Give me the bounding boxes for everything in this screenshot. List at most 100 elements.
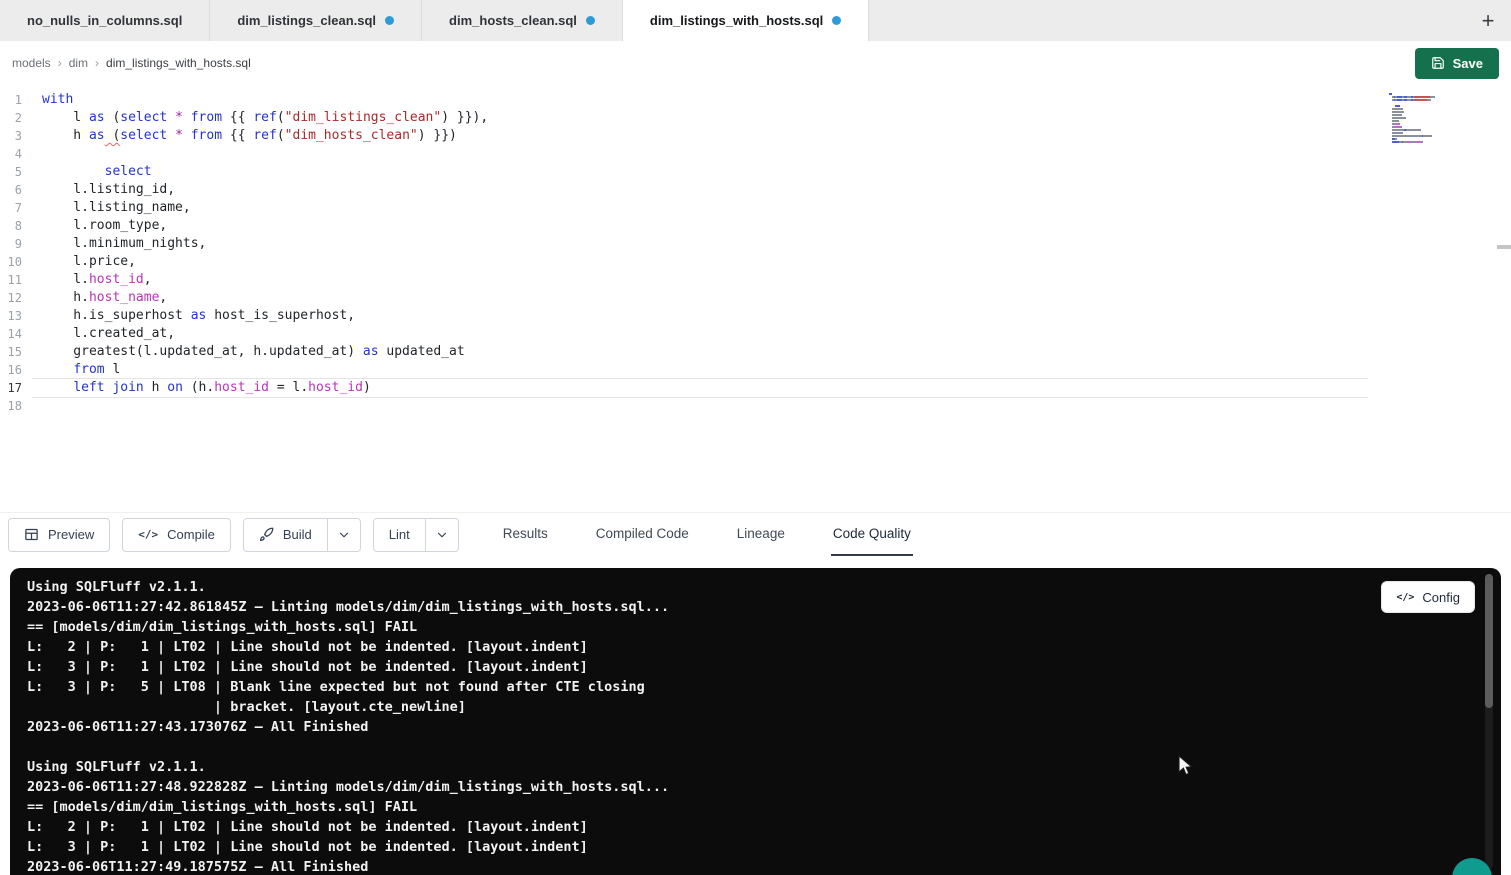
panel-tab-compiled-code[interactable]: Compiled Code — [594, 513, 691, 556]
config-label: Config — [1422, 590, 1460, 605]
save-label: Save — [1453, 56, 1483, 71]
code-line-17[interactable]: 17 left join h on (h.host_id = l.host_id… — [0, 379, 1511, 397]
terminal-output-line: == [models/dim/dim_listings_with_hosts.s… — [27, 617, 1471, 637]
code-line-1[interactable]: 1with — [0, 91, 1511, 109]
terminal-output-line: 2023-06-06T11:27:43.173076Z — All Finish… — [27, 717, 1471, 737]
code-line-13[interactable]: 13 h.is_superhost as host_is_superhost, — [0, 307, 1511, 325]
code-text: greatest(l.updated_at, h.updated_at) as … — [32, 343, 1368, 361]
code-line-14[interactable]: 14 l.created_at, — [0, 325, 1511, 343]
save-button[interactable]: Save — [1415, 48, 1499, 79]
code-line-18[interactable]: 18 — [0, 397, 1511, 415]
panel-tab-code-quality[interactable]: Code Quality — [831, 513, 913, 556]
code-editor[interactable]: 1with2 l as (select * from {{ ref("dim_l… — [0, 85, 1511, 512]
panel-tab-lineage[interactable]: Lineage — [735, 513, 787, 556]
editor-tab-dim-listings-clean-sql[interactable]: dim_listings_clean.sql — [210, 0, 422, 41]
line-number: 17 — [0, 379, 32, 397]
build-dropdown-button[interactable] — [328, 518, 361, 552]
terminal-output-line: L: 2 | P: 1 | LT02 | Line should not be … — [27, 817, 1471, 837]
breadcrumb: models›dim›dim_listings_with_hosts.sql — [12, 56, 251, 70]
code-text: l.room_type, — [32, 217, 1368, 235]
terminal-output-line: 2023-06-06T11:27:42.861845Z — Linting mo… — [27, 597, 1471, 617]
lint-button-group: Lint — [373, 518, 459, 552]
save-icon — [1431, 56, 1445, 70]
code-text: l.listing_id, — [32, 181, 1368, 199]
code-line-2[interactable]: 2 l as (select * from {{ ref("dim_listin… — [0, 109, 1511, 127]
lint-output-terminal: Using SQLFluff v2.1.1.2023-06-06T11:27:4… — [10, 568, 1501, 875]
preview-button[interactable]: Preview — [8, 518, 110, 552]
line-number: 1 — [0, 91, 32, 109]
action-toolbar: Preview </> Compile Build — [0, 512, 1511, 556]
code-text: with — [32, 91, 1368, 109]
code-line-11[interactable]: 11 l.host_id, — [0, 271, 1511, 289]
code-text: l.listing_name, — [32, 199, 1368, 217]
line-number: 14 — [0, 325, 32, 343]
terminal-scrollbar — [1485, 574, 1493, 869]
editor-minimap[interactable] — [1389, 93, 1463, 147]
code-text: from l — [32, 361, 1368, 379]
code-line-15[interactable]: 15 greatest(l.updated_at, h.updated_at) … — [0, 343, 1511, 361]
code-text: select — [32, 163, 1368, 181]
lint-button[interactable]: Lint — [373, 518, 426, 552]
code-text: h.host_name, — [32, 289, 1368, 307]
file-tabs: no_nulls_in_columns.sql dim_listings_clea… — [0, 0, 869, 41]
tab-label: dim_hosts_clean.sql — [449, 13, 577, 28]
file-tab-bar: no_nulls_in_columns.sql dim_listings_clea… — [0, 0, 1511, 41]
code-text: l as (select * from {{ ref("dim_listings… — [32, 109, 1368, 127]
terminal-output-line: Using SQLFluff v2.1.1. — [27, 757, 1471, 777]
tab-label: dim_listings_clean.sql — [237, 13, 376, 28]
breadcrumb-separator: › — [58, 56, 62, 70]
code-line-16[interactable]: 16 from l — [0, 361, 1511, 379]
code-line-12[interactable]: 12 h.host_name, — [0, 289, 1511, 307]
code-icon: </> — [1396, 592, 1414, 603]
line-number: 3 — [0, 127, 32, 145]
editor-tab-no-nulls-in-columns-sql[interactable]: no_nulls_in_columns.sql — [0, 0, 210, 41]
code-text: left join h on (h.host_id = l.host_id) — [32, 379, 1368, 397]
breadcrumb-item: dim — [69, 56, 88, 70]
code-text — [32, 397, 1368, 415]
config-button[interactable]: </> Config — [1381, 581, 1475, 613]
code-text: h.is_superhost as host_is_superhost, — [32, 307, 1368, 325]
terminal-output-line: L: 3 | P: 1 | LT02 | Line should not be … — [27, 837, 1471, 857]
terminal-output-line — [27, 737, 1471, 757]
code-line-7[interactable]: 7 l.listing_name, — [0, 199, 1511, 217]
code-line-6[interactable]: 6 l.listing_id, — [0, 181, 1511, 199]
new-tab-button[interactable]: + — [1465, 0, 1511, 41]
toolbar-buttons: Preview </> Compile Build — [8, 513, 459, 556]
rocket-icon — [259, 527, 274, 542]
code-icon: </> — [138, 528, 158, 541]
code-line-5[interactable]: 5 select — [0, 163, 1511, 181]
compile-button[interactable]: </> Compile — [122, 518, 231, 552]
line-number: 4 — [0, 145, 32, 163]
terminal-scrollbar-thumb[interactable] — [1485, 574, 1493, 708]
unsaved-changes-dot-icon — [586, 16, 595, 25]
breadcrumb-item: dim_listings_with_hosts.sql — [106, 56, 251, 70]
code-text — [32, 145, 1368, 163]
line-number: 16 — [0, 361, 32, 379]
build-button[interactable]: Build — [243, 518, 328, 552]
line-number: 12 — [0, 289, 32, 307]
lint-dropdown-button[interactable] — [426, 518, 459, 552]
panel-tab-results[interactable]: Results — [501, 513, 550, 556]
terminal-output-line: 2023-06-06T11:27:48.922828Z — Linting mo… — [27, 777, 1471, 797]
code-text: l.created_at, — [32, 325, 1368, 343]
line-number: 9 — [0, 235, 32, 253]
code-line-10[interactable]: 10 l.price, — [0, 253, 1511, 271]
line-number: 15 — [0, 343, 32, 361]
editor-scrollbar-marker[interactable] — [1497, 245, 1511, 249]
code-line-9[interactable]: 9 l.minimum_nights, — [0, 235, 1511, 253]
lint-label: Lint — [389, 527, 410, 542]
line-number: 5 — [0, 163, 32, 181]
editor-tab-dim-hosts-clean-sql[interactable]: dim_hosts_clean.sql — [422, 0, 623, 41]
terminal-output-line: L: 2 | P: 1 | LT02 | Line should not be … — [27, 637, 1471, 657]
code-line-4[interactable]: 4 — [0, 145, 1511, 163]
result-panel-tabs: Results Compiled Code Lineage Code Quality — [501, 513, 913, 556]
line-number: 8 — [0, 217, 32, 235]
tab-label: dim_listings_with_hosts.sql — [650, 13, 823, 28]
breadcrumb-separator: › — [95, 56, 99, 70]
build-label: Build — [283, 527, 312, 542]
editor-tab-dim-listings-with-hosts-sql[interactable]: dim_listings_with_hosts.sql — [623, 0, 869, 41]
dbt-cloud-ide: { "tab_bar": { "tabs": [ { "label": "no_… — [0, 0, 1511, 875]
code-line-3[interactable]: 3 h as (select * from {{ ref("dim_hosts_… — [0, 127, 1511, 145]
code-line-8[interactable]: 8 l.room_type, — [0, 217, 1511, 235]
line-number: 18 — [0, 397, 32, 415]
